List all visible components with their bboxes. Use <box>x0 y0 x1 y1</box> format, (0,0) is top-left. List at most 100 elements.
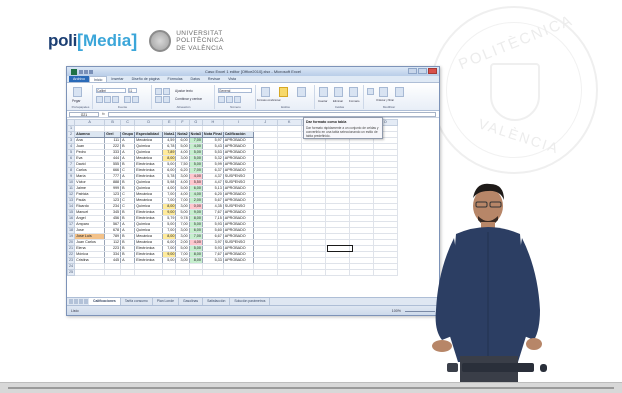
keyboard-icon <box>462 363 534 372</box>
ribbon-tab-5[interactable]: Datos <box>187 76 204 82</box>
cell[interactable]: Especialidad <box>134 131 164 138</box>
formula-input[interactable] <box>107 111 436 117</box>
row-header[interactable]: 25 <box>67 269 76 276</box>
cell[interactable] <box>252 269 278 276</box>
align-center-icon[interactable] <box>163 96 170 103</box>
cell[interactable]: Nota2 <box>175 131 190 138</box>
cell[interactable] <box>104 269 122 276</box>
presentation-device-icon <box>447 363 458 372</box>
tooltip-title: Dar formato como tabla <box>306 120 347 124</box>
fill-color-icon[interactable] <box>124 96 131 103</box>
cell[interactable] <box>134 269 164 276</box>
format-as-table-icon[interactable] <box>279 87 288 97</box>
align-left-icon[interactable] <box>155 96 162 103</box>
group-label-alignment: Alineación <box>176 105 191 109</box>
underline-icon[interactable] <box>112 96 119 103</box>
cell[interactable] <box>276 269 302 276</box>
italic-icon[interactable] <box>104 96 111 103</box>
cell[interactable] <box>120 269 136 276</box>
video-progress-track[interactable] <box>8 387 614 389</box>
tooltip-body: Dar formato rápidamente a un conjunto de… <box>306 126 379 138</box>
insert-cells-icon[interactable] <box>319 87 328 97</box>
bold-icon[interactable] <box>96 96 103 103</box>
sort-filter-button[interactable]: Ordenar y filtrar <box>376 99 394 102</box>
excel-window: Caso Excel 1 editor [Office2010].xlsx - … <box>66 66 440 316</box>
sheet-tab-3[interactable]: Gasolinas <box>179 298 204 305</box>
delete-button[interactable]: Eliminar <box>333 99 343 103</box>
selected-cell-cursor <box>327 245 353 252</box>
sheet-nav-arrows[interactable] <box>69 299 89 304</box>
cell[interactable] <box>162 269 177 276</box>
group-label-font: Fuente <box>117 105 128 109</box>
group-label-clipboard: Portapapeles <box>71 105 90 109</box>
spreadsheet-table[interactable]: ABCDEFGHIJKLMNO12AlumnoGrelGrupoEspecial… <box>67 119 398 276</box>
maximize-button[interactable] <box>418 68 427 74</box>
cell[interactable]: Nota Final <box>201 131 224 138</box>
font-size-select[interactable]: 11 <box>128 88 137 93</box>
upv-watermark-seal: POLITÈCNICA VALÈNCIA <box>430 6 598 174</box>
status-bar: Listo 100% <box>67 305 439 315</box>
sort-filter-icon[interactable] <box>379 87 388 97</box>
cell[interactable] <box>372 269 398 276</box>
delete-cells-icon[interactable] <box>334 87 343 97</box>
ribbon-tab-3[interactable]: Diseño de página <box>128 76 164 82</box>
align-middle-icon[interactable] <box>163 88 170 95</box>
font-name-select[interactable]: Calibri <box>96 88 126 93</box>
cell[interactable] <box>201 269 224 276</box>
cell[interactable] <box>222 269 254 276</box>
video-progress-bar[interactable] <box>0 382 622 393</box>
cell[interactable] <box>188 269 203 276</box>
lecture-slide: POLITÈCNICA VALÈNCIA poli [ Media ] UNIV… <box>0 0 622 382</box>
ribbon-tab-7[interactable]: Vista <box>224 76 240 82</box>
ribbon-tab-6[interactable]: Revisar <box>204 76 224 82</box>
ribbon-tab-0[interactable]: Archivo <box>69 76 89 82</box>
fx-icon[interactable]: fx <box>102 112 105 116</box>
autosum-icon[interactable] <box>367 88 374 95</box>
sheet-tab-4[interactable]: Satisfacción <box>203 298 231 305</box>
close-button[interactable] <box>428 68 437 74</box>
alignment-group: Ajustar texto Combinar y centrar Alineac… <box>153 85 215 109</box>
sheet-tab-5[interactable]: Solución parámetros <box>230 298 271 305</box>
wrap-text-button[interactable]: Ajustar texto <box>175 89 193 93</box>
sheet-tab-2[interactable]: Plan Londe <box>153 298 179 305</box>
zoom-level[interactable]: 100% <box>392 309 401 313</box>
styles-group: Formato condicional Estilos <box>257 85 315 109</box>
minimize-button[interactable] <box>408 68 417 74</box>
cell[interactable]: Grupo <box>120 131 136 138</box>
currency-icon[interactable] <box>218 96 225 103</box>
percent-icon[interactable] <box>226 96 233 103</box>
status-text: Listo <box>71 309 79 313</box>
sheet-tab-0[interactable]: Calificaciones <box>89 298 121 305</box>
cell[interactable] <box>300 269 326 276</box>
find-select-icon[interactable] <box>395 87 404 97</box>
format-button[interactable]: Formato <box>349 99 359 103</box>
align-top-icon[interactable] <box>155 88 162 95</box>
ribbon-tab-2[interactable]: Insertar <box>107 76 127 82</box>
insert-button[interactable]: Insertar <box>318 99 327 103</box>
ribbon-tab-1[interactable]: Inicio <box>88 76 108 82</box>
group-label-styles: Estilos <box>281 105 290 109</box>
cell[interactable] <box>175 269 190 276</box>
mouse-icon <box>540 364 547 372</box>
conditional-format-icon[interactable] <box>261 87 270 97</box>
number-format-select[interactable]: General <box>218 88 252 93</box>
sheet-tab-1[interactable]: Tarifa consumo <box>121 298 153 305</box>
merge-center-button[interactable]: Combinar y centrar <box>175 97 202 101</box>
worksheet-grid[interactable]: ABCDEFGHIJKLMNO12AlumnoGrelGrupoEspecial… <box>67 119 439 297</box>
excel-titlebar: Caso Excel 1 editor [Office2010].xlsx - … <box>67 67 439 76</box>
comma-icon[interactable] <box>234 96 241 103</box>
cell[interactable] <box>324 269 350 276</box>
cell[interactable] <box>348 269 374 276</box>
cell[interactable] <box>74 269 106 276</box>
cell[interactable]: Nota3 <box>188 131 203 138</box>
paste-icon[interactable] <box>73 87 82 97</box>
cell-styles-icon[interactable] <box>297 87 306 97</box>
ribbon: Pegar Portapapeles Calibri 11 Fuente Aju… <box>67 83 439 111</box>
ribbon-tab-4[interactable]: Fórmulas <box>164 76 187 82</box>
conditional-format-button[interactable]: Formato condicional <box>257 99 280 102</box>
font-color-icon[interactable] <box>132 96 139 103</box>
cell[interactable]: Nota1 <box>162 131 177 138</box>
name-box[interactable]: G21 <box>69 111 99 117</box>
format-cells-icon[interactable] <box>349 87 358 97</box>
group-label-cells: Celdas <box>334 105 345 109</box>
